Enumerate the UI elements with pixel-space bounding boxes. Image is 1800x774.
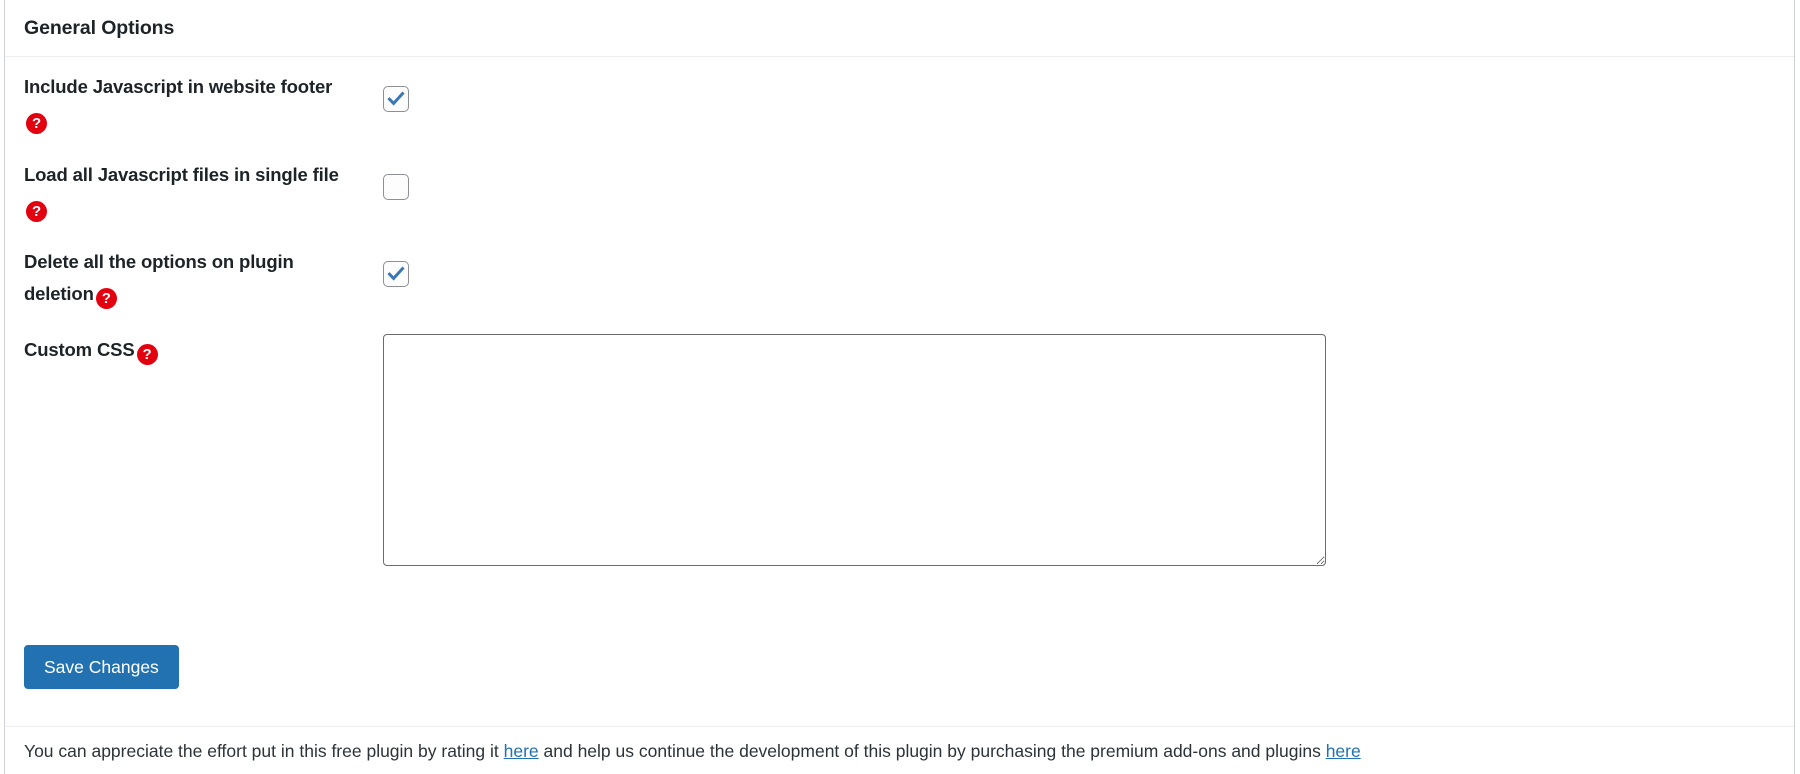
- footer-message: You can appreciate the effort put in thi…: [24, 739, 1361, 763]
- label-text: Delete all the options on plugin deletio…: [24, 251, 294, 304]
- footer-text-part-2: and help us continue the development of …: [538, 740, 1326, 761]
- help-icon[interactable]: ?: [136, 344, 158, 365]
- label-text: Load all Javascript files in single file: [24, 164, 339, 185]
- panel-header: General Options: [5, 0, 1794, 57]
- help-icon[interactable]: ?: [26, 201, 47, 222]
- field-include-javascript-footer: [383, 86, 409, 112]
- custom-css-textarea[interactable]: [383, 334, 1326, 566]
- checkbox-delete-options[interactable]: [383, 261, 409, 287]
- page-title: General Options: [24, 16, 175, 39]
- help-icon[interactable]: ?: [95, 288, 117, 309]
- label-custom-css: Custom CSS?: [24, 334, 354, 366]
- panel-footer: You can appreciate the effort put in thi…: [5, 726, 1794, 774]
- label-text: Custom CSS: [24, 339, 135, 360]
- field-load-single-file: [383, 174, 409, 200]
- label-delete-options: Delete all the options on plugin deletio…: [24, 246, 354, 310]
- checkbox-load-single-file[interactable]: [383, 174, 409, 200]
- save-changes-button[interactable]: Save Changes: [24, 645, 179, 689]
- label-text: Include Javascript in website footer: [24, 76, 333, 97]
- field-custom-css: [383, 334, 1326, 566]
- help-icon[interactable]: ?: [26, 113, 47, 134]
- general-options-panel: General Options Include Javascript in we…: [4, 0, 1795, 774]
- label-load-single-file: Load all Javascript files in single file…: [24, 159, 354, 223]
- premium-addons-here-link[interactable]: here: [1326, 741, 1361, 761]
- field-delete-options: [383, 261, 409, 287]
- rating-here-link[interactable]: here: [504, 741, 539, 761]
- check-icon: [387, 91, 405, 106]
- footer-text-part-1: You can appreciate the effort put in thi…: [24, 740, 504, 761]
- save-button-wrapper: Save Changes: [24, 645, 179, 689]
- check-icon: [387, 266, 405, 281]
- checkbox-include-javascript-footer[interactable]: [383, 86, 409, 112]
- label-include-javascript-footer: Include Javascript in website footer?: [24, 71, 354, 135]
